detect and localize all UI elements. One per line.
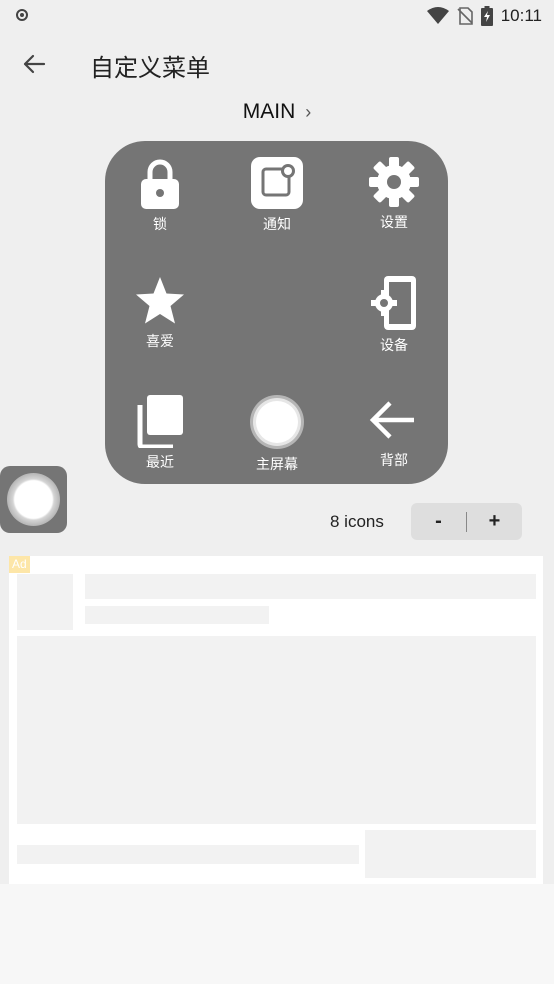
arrow-left-icon xyxy=(23,54,46,74)
menu-item-home[interactable]: 主屏幕 xyxy=(222,382,332,482)
device-icon xyxy=(371,276,416,330)
lock-icon xyxy=(141,159,179,209)
menu-item-back[interactable]: 背部 xyxy=(339,382,449,482)
ad-text-placeholder xyxy=(17,845,359,864)
ad-image-placeholder xyxy=(17,574,73,630)
menu-item-label: 锁 xyxy=(153,217,167,233)
menu-item-device[interactable]: 设备 xyxy=(339,263,449,363)
gear-icon xyxy=(369,157,419,207)
battery-charging-icon xyxy=(480,6,493,26)
status-bar: 10:11 xyxy=(0,0,554,32)
menu-item-label: 喜爱 xyxy=(146,334,174,350)
ad-badge: Ad xyxy=(9,556,30,573)
assistive-touch-button[interactable] xyxy=(0,466,67,533)
ad-subtitle-placeholder xyxy=(85,606,269,624)
ad-cta-placeholder xyxy=(365,830,536,878)
menu-item-label: 设备 xyxy=(380,338,408,354)
menu-item-label: 通知 xyxy=(263,217,291,233)
home-circle-icon xyxy=(7,473,60,526)
notification-dot-icon xyxy=(16,9,28,21)
star-icon xyxy=(136,277,184,324)
menu-item-favorite[interactable]: 喜爱 xyxy=(105,263,215,363)
decrease-button[interactable]: - xyxy=(411,503,466,540)
menu-item-lock[interactable]: 锁 xyxy=(105,144,215,244)
bottom-area xyxy=(0,884,554,984)
menu-panel: 锁 通知 设置 喜爱 设备 最近 主屏幕 背部 xyxy=(105,141,448,484)
icon-count-label: 8 icons xyxy=(330,512,384,531)
menu-item-label: 设置 xyxy=(380,215,408,231)
icon-count-stepper: - + xyxy=(411,503,522,540)
page-title: 自定义菜单 xyxy=(90,54,210,82)
no-sim-icon xyxy=(457,7,473,25)
menu-item-label: 背部 xyxy=(380,453,408,469)
status-time: 10:11 xyxy=(500,6,542,25)
menu-item-recent[interactable]: 最近 xyxy=(105,382,215,482)
chevron-right-icon: › xyxy=(305,102,312,122)
back-button[interactable] xyxy=(18,48,50,80)
notification-icon xyxy=(251,157,303,209)
menu-item-settings[interactable]: 设置 xyxy=(339,144,449,244)
increase-button[interactable]: + xyxy=(467,503,522,540)
menu-selector[interactable]: MAIN › xyxy=(0,100,554,130)
menu-name-label: MAIN xyxy=(242,100,296,123)
wifi-icon xyxy=(426,7,449,24)
menu-item-label: 主屏幕 xyxy=(256,457,298,473)
menu-item-label: 最近 xyxy=(146,455,174,471)
app-bar: 自定义菜单 xyxy=(0,34,554,94)
ad-title-placeholder xyxy=(85,574,536,599)
back-arrow-icon xyxy=(369,401,414,439)
ad-media-placeholder xyxy=(17,636,536,824)
status-icons: 10:11 xyxy=(426,5,542,27)
ad-banner[interactable]: Ad xyxy=(9,556,543,884)
recent-icon xyxy=(137,395,183,448)
menu-item-notification[interactable]: 通知 xyxy=(222,144,332,244)
home-icon xyxy=(250,395,304,449)
